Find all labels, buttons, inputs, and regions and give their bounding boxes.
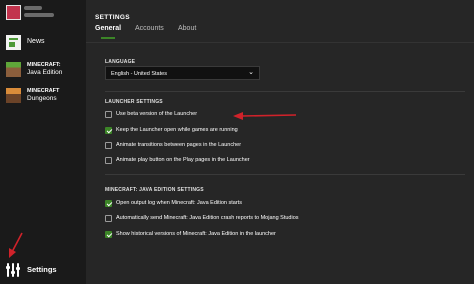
sidebar-item-label-line2: Java Edition (27, 69, 63, 76)
page-title: SETTINGS (95, 14, 130, 21)
sliders-icon (6, 263, 20, 277)
account-edition-redacted (24, 13, 54, 17)
section-title-language: LANGUAGE (105, 59, 136, 65)
sidebar-item-news[interactable]: News (0, 34, 86, 50)
settings-page: SETTINGS General Accounts About LANGUAGE… (86, 0, 474, 284)
checkbox-label: Animate play button on the Play pages in… (116, 157, 250, 163)
tab-general[interactable]: General (95, 25, 121, 32)
sidebar-item-dungeons[interactable]: MINECRAFT Dungeons (0, 87, 86, 105)
checkbox-label: Automatically send Minecraft: Java Editi… (116, 215, 299, 221)
language-select-value: English - United States (111, 70, 167, 77)
checkbox-label: Open output log when Minecraft: Java Edi… (116, 200, 242, 206)
tab-about[interactable]: About (178, 25, 196, 32)
divider (105, 91, 465, 92)
language-select[interactable]: English - United States ⌄ (105, 66, 260, 80)
sidebar: News MINECRAFT: Java Edition MINECRAFT D… (0, 0, 86, 284)
divider (105, 174, 465, 175)
dungeons-icon (6, 88, 21, 103)
checkbox-label: Show historical versions of Minecraft: J… (116, 231, 276, 237)
sidebar-item-label-line1: MINECRAFT (27, 88, 60, 94)
account-name-redacted (24, 6, 42, 10)
sidebar-item-label: Settings (27, 265, 57, 274)
checkbox[interactable] (105, 200, 112, 207)
active-tab-indicator (101, 37, 115, 39)
sidebar-item-label-line2: Dungeons (27, 95, 57, 102)
sidebar-item-java-edition[interactable]: MINECRAFT: Java Edition (0, 61, 86, 79)
checkbox[interactable] (105, 215, 112, 222)
news-icon (6, 35, 21, 50)
checkbox[interactable] (105, 157, 112, 164)
divider (86, 42, 474, 43)
sidebar-item-label-line1: MINECRAFT: (27, 62, 61, 68)
checkbox[interactable] (105, 142, 112, 149)
account-switcher[interactable] (0, 0, 86, 26)
checkbox-label: Keep the Launcher open while games are r… (116, 127, 238, 133)
grass-block-icon (6, 62, 21, 77)
checkbox[interactable] (105, 127, 112, 134)
account-avatar (6, 5, 21, 20)
tab-accounts[interactable]: Accounts (135, 25, 164, 32)
checkbox[interactable] (105, 111, 112, 118)
checkbox-label: Use beta version of the Launcher (116, 111, 198, 117)
sidebar-item-label: News (27, 38, 45, 45)
chevron-down-icon: ⌄ (248, 69, 254, 76)
checkbox-label: Animate transitions between pages in the… (116, 142, 242, 148)
section-title-launcher-settings: LAUNCHER SETTINGS (105, 99, 163, 105)
section-title-java-settings: MINECRAFT: JAVA EDITION SETTINGS (105, 187, 204, 193)
checkbox[interactable] (105, 231, 112, 238)
